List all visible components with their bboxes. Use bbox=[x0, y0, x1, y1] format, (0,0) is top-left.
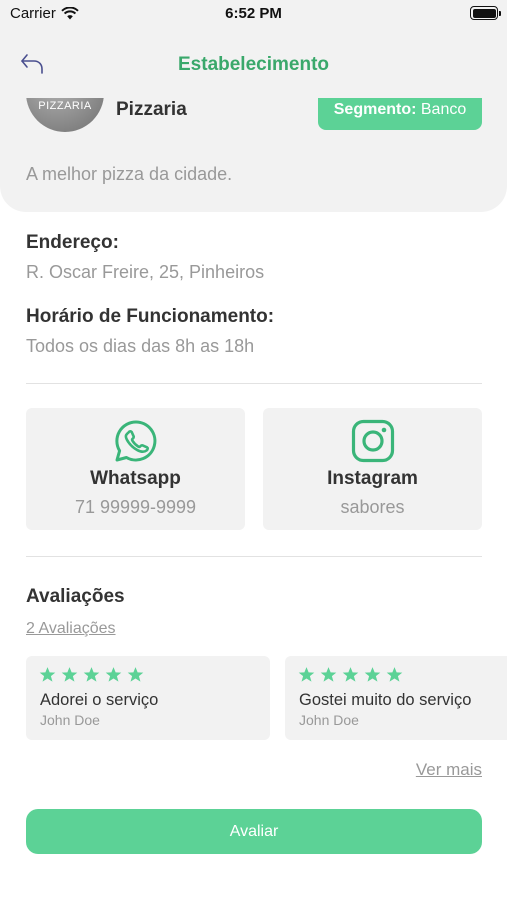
star-icon bbox=[364, 667, 381, 682]
instagram-title: Instagram bbox=[327, 468, 418, 489]
hours-label: Horário de Funcionamento: bbox=[26, 306, 275, 327]
star-icon bbox=[342, 667, 359, 682]
instagram-icon-wrap bbox=[263, 418, 482, 464]
review-card[interactable]: Adorei o serviço John Doe bbox=[26, 656, 270, 740]
star-icon bbox=[386, 667, 403, 682]
reviews-title: Avaliações bbox=[26, 586, 125, 607]
star-rating bbox=[39, 666, 144, 683]
rate-button[interactable]: Avaliar bbox=[26, 809, 482, 854]
clock: 6:52 PM bbox=[225, 5, 282, 22]
store-logo-text: PIZZARIA bbox=[38, 100, 92, 112]
star-icon bbox=[127, 667, 144, 682]
divider bbox=[26, 383, 482, 384]
instagram-card[interactable]: Instagram sabores bbox=[263, 408, 482, 530]
divider bbox=[26, 556, 482, 557]
whatsapp-icon-wrap bbox=[26, 418, 245, 464]
whatsapp-title: Whatsapp bbox=[90, 468, 181, 489]
whatsapp-card[interactable]: Whatsapp 71 99999-9999 bbox=[26, 408, 245, 530]
store-description: A melhor pizza da cidade. bbox=[26, 164, 233, 184]
review-text: Adorei o serviço bbox=[40, 691, 159, 709]
star-rating bbox=[298, 666, 403, 683]
screen: PIZZARIA Pizzaria Segmento: Banco A melh… bbox=[0, 0, 507, 900]
reviews-count-link[interactable]: 2 Avaliações bbox=[26, 620, 116, 638]
address-label: Endereço: bbox=[26, 232, 119, 253]
navigation-bar: Estabelecimento bbox=[0, 28, 507, 98]
star-icon bbox=[83, 667, 100, 682]
segment-label: Segmento: bbox=[333, 101, 417, 118]
whatsapp-number: 71 99999-9999 bbox=[74, 497, 197, 517]
star-icon bbox=[105, 667, 122, 682]
star-icon bbox=[320, 667, 337, 682]
review-text: Gostei muito do serviço bbox=[299, 691, 472, 709]
hours-value: Todos os dias das 8h as 18h bbox=[26, 336, 255, 356]
store-name: Pizzaria bbox=[116, 99, 187, 120]
see-more-link[interactable]: Ver mais bbox=[416, 760, 482, 780]
segment-value: Banco bbox=[420, 101, 467, 118]
address-value: R. Oscar Freire, 25, Pinheiros bbox=[26, 262, 265, 282]
review-author: John Doe bbox=[299, 712, 359, 728]
review-card[interactable]: Gostei muito do serviço John Doe bbox=[285, 656, 507, 740]
status-bar: Carrier 6:52 PM bbox=[0, 0, 507, 28]
star-icon bbox=[39, 667, 56, 682]
whatsapp-icon bbox=[114, 420, 156, 462]
star-icon bbox=[298, 667, 315, 682]
page-title: Estabelecimento bbox=[178, 54, 329, 75]
battery-icon bbox=[470, 6, 501, 20]
instagram-icon bbox=[351, 419, 394, 463]
instagram-handle: sabores bbox=[340, 497, 405, 517]
battery-level bbox=[472, 8, 496, 18]
star-icon bbox=[61, 667, 78, 682]
review-author: John Doe bbox=[40, 712, 100, 728]
